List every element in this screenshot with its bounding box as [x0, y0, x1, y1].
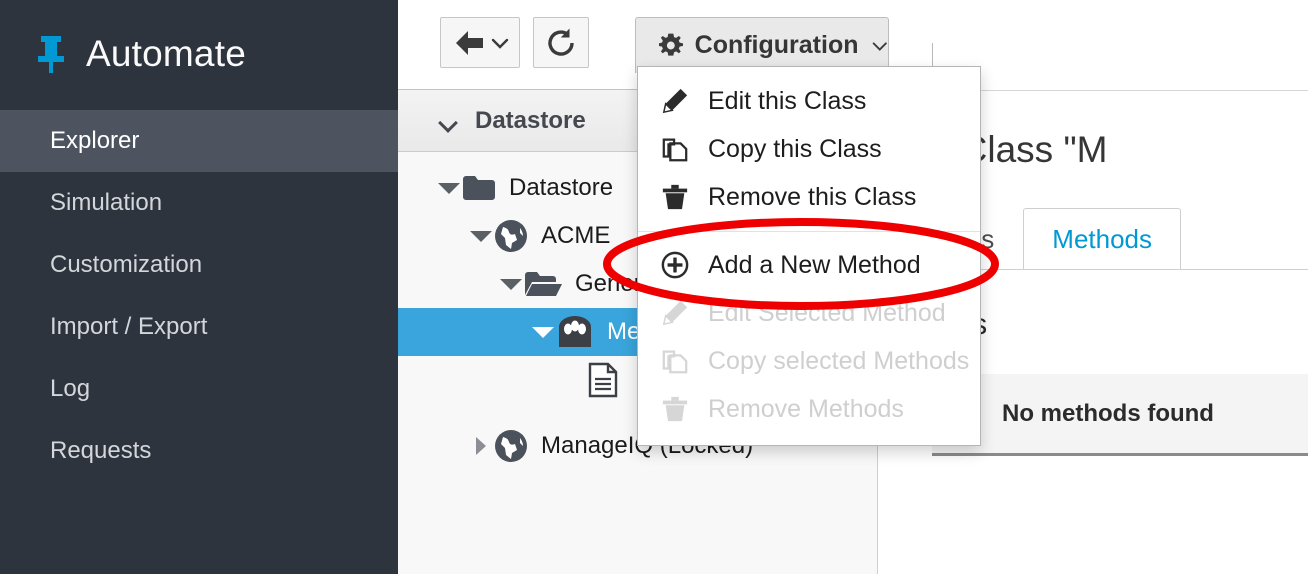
sidebar-header: Automate [0, 0, 398, 108]
menu-item-label: Remove Methods [708, 395, 904, 424]
twisty-open-icon[interactable] [530, 319, 556, 345]
refresh-button[interactable] [533, 17, 589, 68]
sidebar-item-label: Simulation [50, 189, 162, 217]
menu-item-label: Edit this Class [708, 87, 866, 116]
primary-sidebar: Automate Explorer Simulation Customizati… [0, 0, 398, 574]
sidebar-nav: Explorer Simulation Customization Import… [0, 110, 398, 482]
pencil-icon [660, 299, 690, 327]
accordion-label: Datastore [475, 107, 586, 135]
menu-separator [638, 231, 980, 232]
sidebar-item-customization[interactable]: Customization [0, 234, 398, 296]
menu-item-label: Edit Selected Method [708, 299, 946, 328]
twisty-open-icon[interactable] [498, 271, 524, 297]
sidebar-item-label: Requests [50, 437, 151, 465]
content-top-rule [933, 90, 1308, 91]
plus-circle-icon [660, 251, 690, 279]
menu-item-add-a-new-method[interactable]: Add a New Method [638, 241, 980, 289]
tree-node-label: ACME [541, 222, 610, 250]
menu-item-edit-selected-method: Edit Selected Method [638, 289, 980, 337]
globe-icon [494, 429, 528, 463]
tabs-underline [932, 269, 1308, 270]
configuration-dropdown-menu: Edit this Class Copy this Class Remove t… [637, 66, 981, 446]
menu-item-remove-this-class[interactable]: Remove this Class [638, 173, 980, 221]
tree-node-label: Datastore [509, 174, 613, 202]
tab-methods[interactable]: Methods [1023, 208, 1181, 270]
class-icon [556, 315, 594, 349]
document-icon [588, 362, 618, 398]
content-region: Automate Class "M Instances Methods Meth… [932, 0, 1308, 574]
globe-icon [494, 219, 528, 253]
alert-message: No methods found [1002, 400, 1214, 428]
chevron-down-icon [440, 116, 457, 126]
folder-icon [462, 174, 496, 202]
configuration-label: Configuration [695, 31, 859, 60]
refresh-icon [545, 27, 577, 59]
menu-item-label: Add a New Method [708, 251, 921, 280]
pin-icon[interactable] [36, 34, 66, 74]
sidebar-item-simulation[interactable]: Simulation [0, 172, 398, 234]
folder-open-icon [524, 270, 562, 298]
sidebar-item-label: Import / Export [50, 313, 207, 341]
menu-item-edit-this-class[interactable]: Edit this Class [638, 77, 980, 125]
menu-item-remove-methods: Remove Methods [638, 385, 980, 433]
copy-icon [660, 347, 690, 375]
chevron-down-icon [491, 37, 509, 49]
gear-icon [659, 32, 683, 59]
sidebar-item-label: Customization [50, 251, 202, 279]
tab-label: Methods [1052, 224, 1152, 255]
menu-item-copy-this-class[interactable]: Copy this Class [638, 125, 980, 173]
back-button[interactable] [440, 17, 520, 68]
twisty-closed-icon[interactable] [468, 433, 494, 459]
menu-item-label: Copy this Class [708, 135, 882, 164]
menu-item-copy-selected-methods: Copy selected Methods [638, 337, 980, 385]
sidebar-item-import-export[interactable]: Import / Export [0, 296, 398, 358]
trash-icon [660, 395, 690, 423]
menu-item-label: Remove this Class [708, 183, 916, 212]
twisty-open-icon[interactable] [468, 223, 494, 249]
sidebar-item-label: Explorer [50, 127, 139, 155]
empty-state-alert: No methods found [932, 374, 1308, 456]
copy-icon [660, 135, 690, 163]
sidebar-item-label: Log [50, 375, 90, 403]
twisty-open-icon[interactable] [436, 175, 462, 201]
automate-explorer-screen: Automate Explorer Simulation Customizati… [0, 0, 1308, 574]
sidebar-brand-label: Automate [86, 33, 246, 75]
sidebar-item-explorer[interactable]: Explorer [0, 110, 398, 172]
pencil-icon [660, 87, 690, 115]
trash-icon [660, 183, 690, 211]
sidebar-item-log[interactable]: Log [0, 358, 398, 420]
chevron-down-icon [871, 39, 889, 53]
menu-item-label: Copy selected Methods [708, 347, 969, 376]
sidebar-item-requests[interactable]: Requests [0, 420, 398, 482]
configuration-dropdown-button[interactable]: Configuration [635, 17, 889, 73]
arrow-left-icon [452, 28, 486, 58]
